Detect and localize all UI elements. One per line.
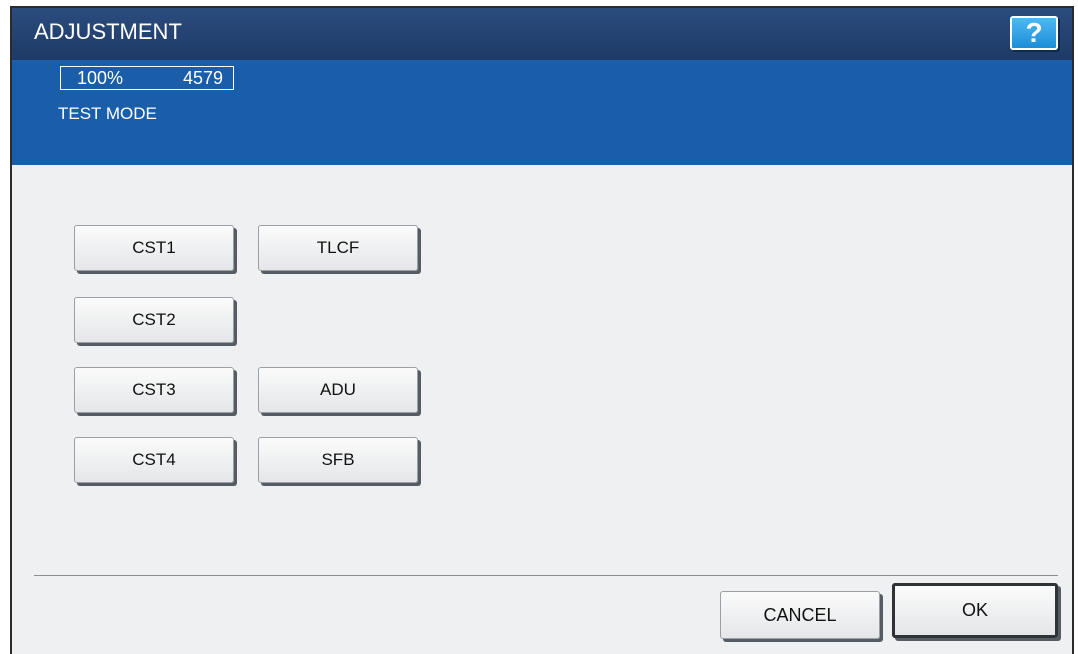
count-value: 4579 xyxy=(182,68,223,88)
cst1-button[interactable]: CST1 xyxy=(74,225,234,271)
help-button[interactable]: ? xyxy=(1010,16,1058,50)
adjustment-window: ADJUSTMENT ? 100% 4579 TEST MODE CST1 TL… xyxy=(10,6,1074,654)
cst4-button[interactable]: CST4 xyxy=(74,437,234,483)
mode-label: TEST MODE xyxy=(58,104,157,123)
ok-button[interactable]: OK xyxy=(892,583,1058,638)
cst3-button[interactable]: CST3 xyxy=(74,367,234,413)
footer-divider xyxy=(34,575,1058,576)
question-icon: ? xyxy=(1025,17,1043,48)
title-bar: ADJUSTMENT ? xyxy=(12,8,1072,60)
cst2-button[interactable]: CST2 xyxy=(74,297,234,343)
window-title: ADJUSTMENT xyxy=(34,19,182,44)
sfb-button[interactable]: SFB xyxy=(258,437,418,483)
tlcf-button[interactable]: TLCF xyxy=(258,225,418,271)
zoom-value: 100% xyxy=(77,68,124,88)
status-bar: 100% 4579 TEST MODE xyxy=(12,60,1072,165)
cancel-button[interactable]: CANCEL xyxy=(720,591,880,639)
copy-counter: 100% 4579 xyxy=(60,66,234,90)
adu-button[interactable]: ADU xyxy=(258,367,418,413)
